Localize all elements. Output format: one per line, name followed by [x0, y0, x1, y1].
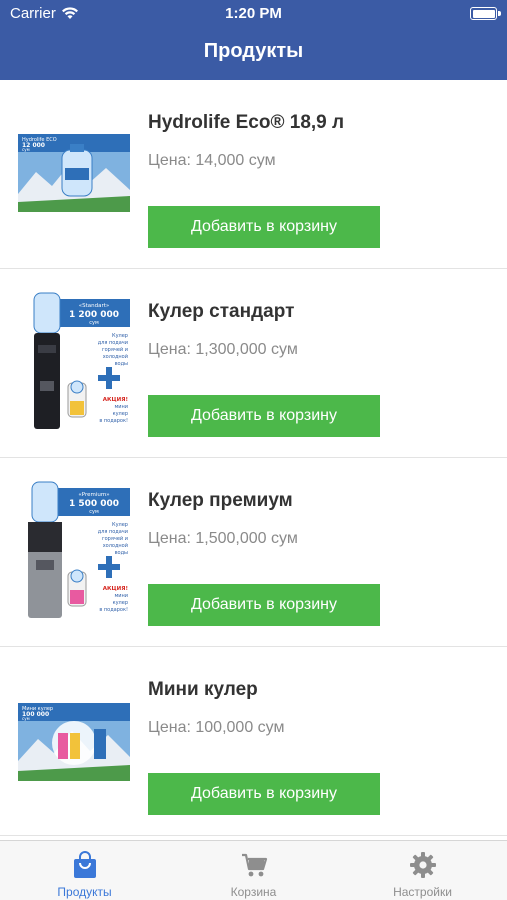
- product-card: Hydrolife ECO 12 000 сум Hydrolife Eco® …: [0, 80, 507, 269]
- product-name: Кулер премиум: [148, 490, 293, 511]
- svg-text:холодной: холодной: [103, 542, 128, 549]
- add-to-cart-button[interactable]: Добавить в корзину: [148, 206, 380, 248]
- product-card: «Premium» 1 500 000 сум Кулер для подачи…: [0, 458, 507, 647]
- cart-icon: [241, 853, 267, 877]
- price-label: Цена:: [148, 530, 191, 547]
- price-value: 1,300,000 сум: [195, 341, 298, 358]
- shopping-bag-icon: [73, 851, 96, 878]
- product-card: «Standart» 1 200 000 сум Кулер для подач…: [0, 269, 507, 458]
- gear-icon: [409, 852, 436, 878]
- price-label: Цена:: [148, 341, 191, 358]
- product-name: Мини кулер: [148, 679, 258, 700]
- product-image: Hydrolife ECO 12 000 сум: [18, 134, 130, 212]
- product-image: «Premium» 1 500 000 сум Кулер для подачи…: [18, 480, 130, 622]
- navigation-bar: Carrier 1:20 PM Продукты: [0, 0, 507, 80]
- product-price: Цена: 1,500,000 сум: [148, 530, 298, 548]
- product-card: Мини кулер 100 000 сум Мини кулер Цена: …: [0, 647, 507, 836]
- svg-text:сум: сум: [89, 509, 99, 515]
- svg-text:сум: сум: [22, 716, 30, 721]
- tab-label: Корзина: [230, 885, 277, 899]
- svg-text:АКЦИЯ!: АКЦИЯ!: [103, 586, 128, 592]
- product-image: Мини кулер 100 000 сум: [18, 703, 130, 781]
- price-value: 14,000 сум: [195, 152, 276, 169]
- add-to-cart-button[interactable]: Добавить в корзину: [148, 584, 380, 626]
- svg-text:мини: мини: [114, 404, 128, 410]
- product-name: Кулер стандарт: [148, 301, 295, 322]
- svg-text:холодной: холодной: [103, 353, 128, 360]
- add-to-cart-button[interactable]: Добавить в корзину: [148, 773, 380, 815]
- svg-text:горячей и: горячей и: [102, 535, 128, 542]
- page-title: Продукты: [203, 40, 304, 62]
- svg-text:сум: сум: [22, 147, 30, 152]
- price-label: Цена:: [148, 719, 191, 736]
- tab-cart[interactable]: Корзина: [169, 841, 338, 900]
- product-price: Цена: 1,300,000 сум: [148, 341, 298, 359]
- svg-text:кулер: кулер: [113, 411, 128, 417]
- svg-text:«Premium»: «Premium»: [78, 492, 109, 498]
- status-time: 1:20 PM: [225, 5, 282, 22]
- svg-text:«Standart»: «Standart»: [79, 303, 110, 309]
- svg-text:кулер: кулер: [113, 600, 128, 606]
- tab-label: Настройки: [393, 885, 452, 899]
- price-value: 1,500,000 сум: [195, 530, 298, 547]
- svg-text:Кулер: Кулер: [112, 522, 128, 528]
- svg-text:в подарок!: в подарок!: [99, 607, 128, 613]
- product-list: Hydrolife ECO 12 000 сум Hydrolife Eco® …: [0, 80, 507, 836]
- battery-icon: [470, 7, 501, 20]
- svg-text:в подарок!: в подарок!: [99, 418, 128, 424]
- price-value: 100,000 сум: [195, 719, 285, 736]
- tab-products[interactable]: Продукты: [0, 841, 169, 900]
- product-name: Hydrolife Eco® 18,9 л: [148, 112, 345, 133]
- svg-text:воды: воды: [115, 550, 128, 556]
- price-label: Цена:: [148, 152, 191, 169]
- svg-text:мини: мини: [114, 593, 128, 599]
- tab-bar: Продукты Корзина Настройки: [0, 840, 507, 900]
- svg-text:Кулер: Кулер: [112, 333, 128, 339]
- svg-text:1 500 000: 1 500 000: [69, 499, 119, 509]
- product-image: «Standart» 1 200 000 сум Кулер для подач…: [18, 291, 130, 433]
- product-price: Цена: 100,000 сум: [148, 719, 284, 737]
- status-bar: Carrier 1:20 PM: [0, 0, 507, 28]
- svg-text:сум: сум: [89, 320, 99, 326]
- product-price: Цена: 14,000 сум: [148, 152, 276, 170]
- add-to-cart-button[interactable]: Добавить в корзину: [148, 395, 380, 437]
- svg-text:для подачи: для подачи: [98, 529, 128, 535]
- tab-label: Продукты: [57, 885, 112, 899]
- svg-text:горячей и: горячей и: [102, 346, 128, 353]
- svg-text:1 200 000: 1 200 000: [69, 310, 119, 320]
- tab-settings[interactable]: Настройки: [338, 841, 507, 900]
- svg-text:для подачи: для подачи: [98, 340, 128, 346]
- svg-text:воды: воды: [115, 361, 128, 367]
- svg-text:АКЦИЯ!: АКЦИЯ!: [103, 397, 128, 403]
